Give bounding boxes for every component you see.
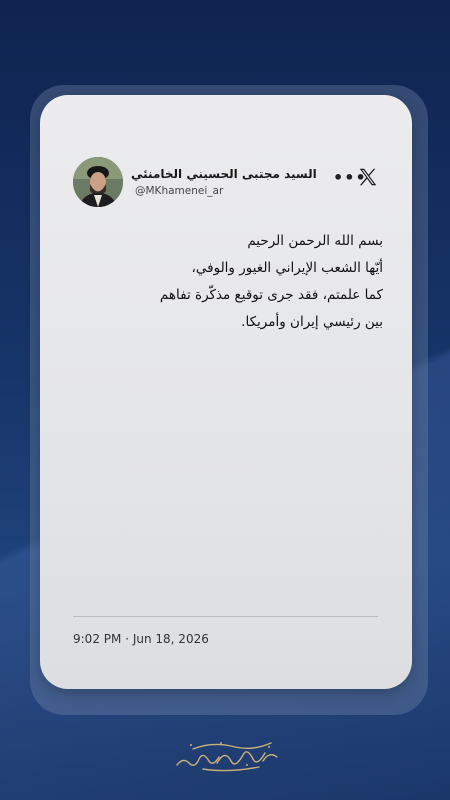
timestamp[interactable]: 9:02 PM · Jun 18, 2026 — [73, 632, 209, 646]
tweet-line: كما علمتم، فقد جرى توقيع مذكّرة تفاهم — [159, 287, 383, 303]
tweet-line: أيّها الشعب الإيراني الغيور والوفي، — [191, 260, 383, 276]
separator: · — [125, 632, 130, 646]
tweet-date: Jun 18, 2026 — [132, 632, 209, 646]
tweet-line: بين رئيسي إيران وأمريكا. — [241, 314, 383, 330]
author-name[interactable]: السید مجتبی الحسیني الخامنئي — [131, 167, 317, 181]
author-handle[interactable]: @MKhamenei_ar — [135, 185, 223, 197]
tweet-time: 9:02 PM — [73, 632, 122, 646]
divider — [73, 616, 378, 617]
signature-logo — [176, 742, 278, 772]
avatar[interactable] — [73, 157, 123, 207]
x-logo-icon[interactable] — [357, 166, 379, 188]
tweet-line: بسم الله الرحمن الرحيم — [247, 233, 383, 249]
tweet-text: بسم الله الرحمن الرحيم أيّها الشعب الإير… — [120, 228, 383, 336]
